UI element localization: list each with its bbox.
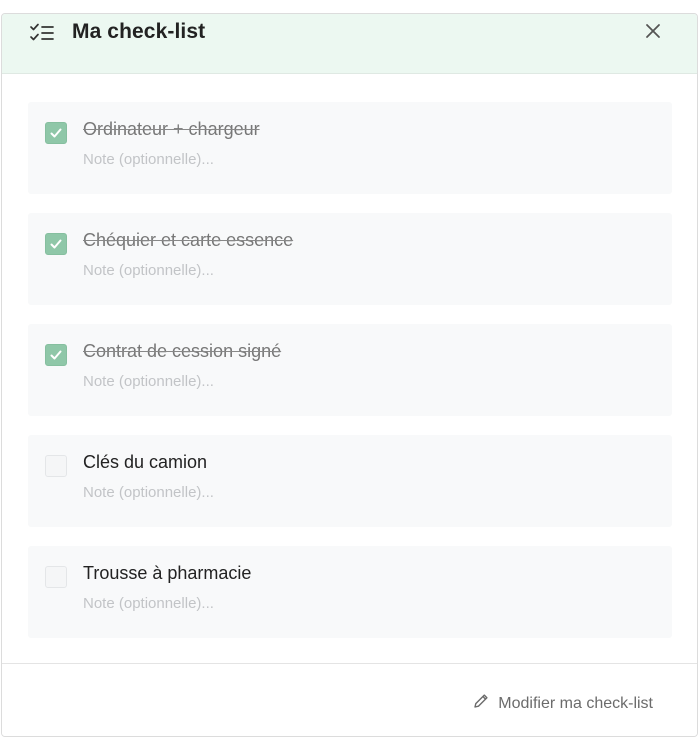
edit-checklist-button[interactable]: Modifier ma check-list: [472, 692, 653, 715]
note-input[interactable]: [83, 151, 643, 168]
checkmark-icon: [50, 350, 62, 360]
checklist-footer: Modifier ma check-list: [2, 663, 697, 736]
item-label: Clés du camion: [83, 452, 208, 472]
item-label: Ordinateur + chargeur: [83, 119, 260, 139]
page-title: Ma check-list: [72, 20, 206, 43]
note-input[interactable]: [83, 262, 643, 279]
item-label: Trousse à pharmacie: [83, 563, 252, 583]
edit-checklist-label: Modifier ma check-list: [498, 694, 653, 712]
item-checkbox[interactable]: [45, 233, 67, 255]
note-input[interactable]: [83, 595, 643, 612]
checklist-items: Ordinateur + chargeur Chéquier et carte …: [28, 102, 672, 657]
item-label: Contrat de cession signé: [83, 341, 282, 361]
item-checkbox[interactable]: [45, 566, 67, 588]
close-icon[interactable]: [643, 21, 663, 41]
checklist-panel: Ma check-list Ordinateur + chargeur Chéq…: [1, 13, 698, 737]
note-input[interactable]: [83, 484, 643, 501]
checkmark-icon: [50, 128, 62, 138]
checklist-item: Clés du camion: [28, 435, 672, 527]
checklist-icon: [28, 20, 56, 48]
item-label: Chéquier et carte essence: [83, 230, 294, 250]
checklist-item: Contrat de cession signé: [28, 324, 672, 416]
item-checkbox[interactable]: [45, 344, 67, 366]
checklist-item: Trousse à pharmacie: [28, 546, 672, 638]
item-checkbox[interactable]: [45, 455, 67, 477]
note-input[interactable]: [83, 373, 643, 390]
checklist-header: Ma check-list: [2, 14, 697, 74]
checklist-item: Ordinateur + chargeur: [28, 102, 672, 194]
pencil-icon: [472, 692, 490, 715]
checklist-item: Chéquier et carte essence: [28, 213, 672, 305]
item-checkbox[interactable]: [45, 122, 67, 144]
checkmark-icon: [50, 239, 62, 249]
